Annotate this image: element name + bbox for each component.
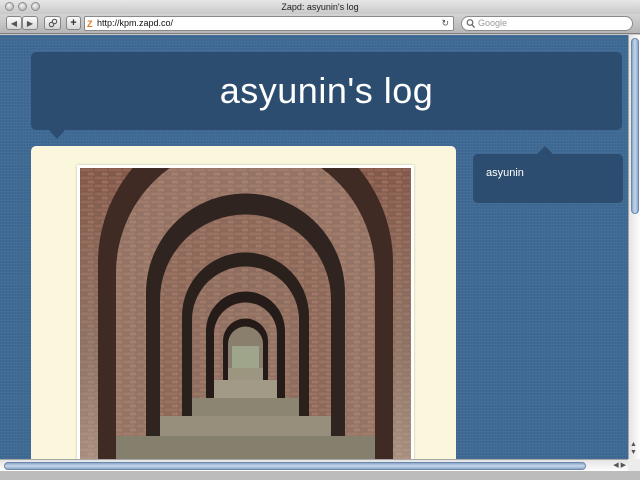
back-arrow-icon: ◀ [10, 18, 18, 28]
close-window-button[interactable] [5, 2, 14, 11]
horizontal-scroll-arrows-icon[interactable]: ◀ ▶ [613, 461, 626, 469]
window-titlebar: Zapd: asyunin's log [0, 0, 640, 14]
blog-title[interactable]: asyunin's log [31, 70, 622, 112]
post-card [31, 146, 456, 459]
browser-toolbar: ◀ ▶ + Z http://kpm.zapd.co/ ↻ Google [0, 14, 640, 34]
link-icon [48, 18, 57, 28]
back-button[interactable]: ◀ [6, 16, 22, 30]
search-icon [466, 19, 476, 29]
vertical-scrollbar[interactable]: ▲ ▼ [628, 35, 640, 459]
vertical-scroll-thumb[interactable] [631, 38, 639, 214]
scroll-arrows-icon[interactable]: ▲ ▼ [630, 441, 637, 457]
blog-header: asyunin's log [31, 52, 622, 139]
address-bar-url: http://kpm.zapd.co/ [97, 18, 174, 28]
address-bar[interactable]: Z http://kpm.zapd.co/ ↻ [84, 16, 454, 31]
brick-arch-tunnel-photo[interactable] [80, 168, 411, 459]
horizontal-scroll-thumb[interactable] [4, 462, 586, 470]
forward-button[interactable]: ▶ [22, 16, 38, 30]
minimize-window-button[interactable] [18, 2, 27, 11]
resize-corner[interactable] [628, 459, 640, 471]
forward-arrow-icon: ▶ [26, 18, 34, 28]
site-favicon-icon: Z [87, 19, 93, 29]
author-link[interactable]: asyunin [486, 167, 524, 179]
search-input[interactable]: Google [461, 16, 633, 31]
add-bookmark-button[interactable]: + [66, 16, 81, 30]
page-viewport: asyunin's log asyunin [0, 35, 628, 459]
window-title: Zapd: asyunin's log [281, 2, 359, 12]
reload-icon[interactable]: ↻ [441, 17, 449, 30]
post-photo-frame [77, 165, 414, 459]
bookmarks-button[interactable] [44, 16, 61, 30]
plus-icon: + [70, 17, 77, 29]
author-sidebar: asyunin [473, 146, 623, 203]
zoom-window-button[interactable] [31, 2, 40, 11]
horizontal-scrollbar[interactable]: ◀ ▶ [0, 459, 628, 471]
search-placeholder: Google [478, 18, 508, 28]
window-bottom-edge [0, 471, 640, 480]
